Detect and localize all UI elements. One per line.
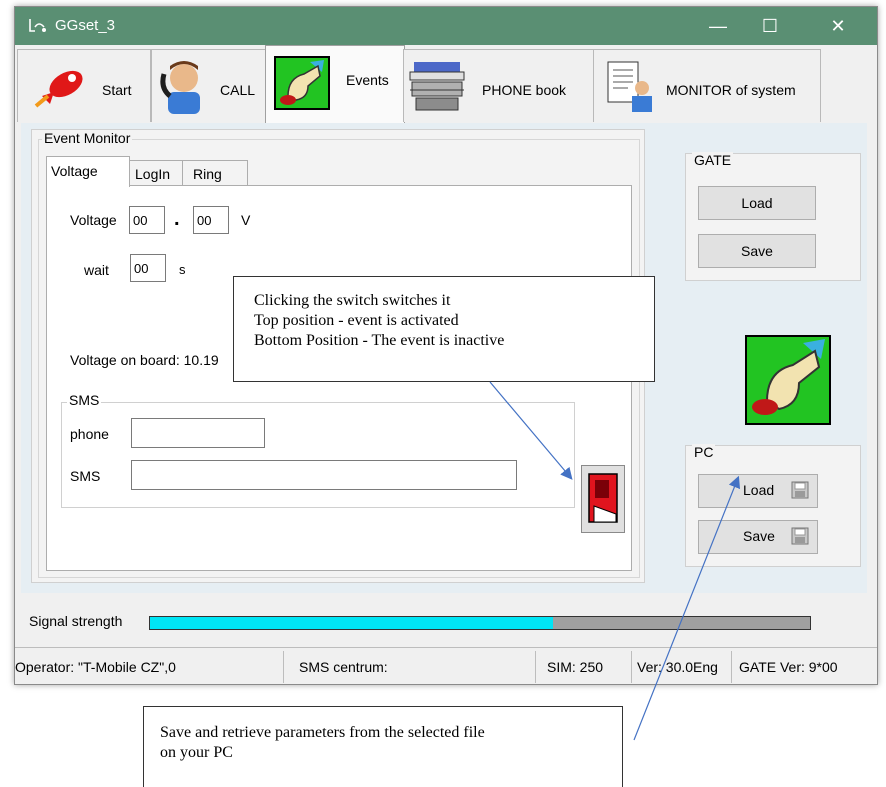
voltage-decimal-dot: .	[174, 208, 180, 230]
window-title: GGset_3	[55, 17, 116, 34]
signal-strength-fill	[150, 617, 553, 629]
wait-label: wait	[84, 262, 109, 278]
status-gate-ver-text: GATE Ver: 9*00	[739, 659, 838, 675]
rocket-icon	[34, 70, 83, 108]
gate-panel: GATE Load Save	[685, 152, 861, 281]
tab-monitor[interactable]: MONITOR of system	[593, 49, 821, 122]
sms-input[interactable]	[131, 460, 517, 490]
pc-title: PC	[692, 444, 716, 460]
minimize-button[interactable]: —	[695, 7, 741, 45]
pc-callout-line: on your PC	[160, 744, 233, 761]
status-ver-text: Ver: 30.0Eng	[637, 659, 718, 675]
tab-phone-book[interactable]: PHONE book	[403, 49, 595, 122]
status-gate-ver: GATE Ver: 9*00	[731, 651, 877, 683]
subtab-login-label: LogIn	[135, 166, 171, 182]
voltage-on-board: Voltage on board: 10.19	[70, 352, 219, 368]
maximize-button[interactable]: ☐	[747, 7, 793, 45]
status-operator-text: Operator: "T-Mobile CZ",0	[15, 659, 176, 675]
status-sim-text: SIM: 250	[547, 659, 604, 675]
status-sim: SIM: 250	[535, 651, 632, 683]
status-divider	[15, 647, 877, 648]
pc-panel: PC Load Save	[685, 444, 861, 567]
voltage-dec-input[interactable]	[193, 206, 229, 234]
subtab-ring[interactable]: Ring	[182, 160, 248, 187]
phone-caller-icon	[160, 61, 200, 114]
pc-callout: Save and retrieve parameters from the se…	[143, 706, 623, 787]
status-operator: Operator: "T-Mobile CZ",0	[15, 651, 284, 683]
status-sms-centrum-text: SMS centrum:	[299, 659, 388, 675]
tab-events[interactable]: Events	[265, 45, 405, 124]
switch-callout-line: Bottom Position - The event is inactive	[254, 332, 505, 349]
wait-unit: s	[179, 262, 186, 277]
tab-call[interactable]: CALL	[151, 49, 267, 122]
switch-callout-line: Top position - event is activated	[254, 312, 459, 329]
tab-start[interactable]: Start	[17, 49, 151, 122]
event-monitor-title: Event Monitor	[42, 130, 133, 146]
pc-load-button[interactable]: Load	[698, 474, 818, 508]
tab-phone-book-label: PHONE book	[482, 82, 567, 98]
voltage-unit: V	[241, 212, 251, 228]
sms-group-title: SMS	[67, 392, 102, 408]
voltage-int-input[interactable]	[129, 206, 165, 234]
switch-callout: Clicking the switch switches it Top posi…	[233, 276, 655, 382]
signal-strength-label: Signal strength	[29, 613, 123, 629]
tab-start-label: Start	[102, 82, 132, 98]
floppy-icon	[791, 481, 809, 499]
tab-events-label: Events	[346, 72, 389, 88]
pc-load-label: Load	[743, 482, 775, 498]
voltage-label: Voltage	[70, 212, 117, 228]
pc-save-label: Save	[743, 528, 775, 544]
title-bar: GGset_3 — ☐ ✕	[15, 7, 877, 45]
gate-title: GATE	[692, 152, 734, 168]
switch-callout-line: Clicking the switch switches it	[254, 292, 451, 309]
sms-label: SMS	[70, 468, 101, 484]
pc-save-button[interactable]: Save	[698, 520, 818, 554]
floppy-icon	[791, 527, 809, 545]
events-large-icon	[745, 335, 831, 425]
app-icon	[29, 19, 46, 32]
subtab-voltage[interactable]: Voltage	[46, 156, 130, 187]
close-button[interactable]: ✕	[815, 7, 861, 45]
wait-input[interactable]	[130, 254, 166, 282]
monitor-document-icon	[607, 61, 652, 112]
tab-monitor-label: MONITOR of system	[666, 82, 796, 98]
status-sms-centrum: SMS centrum:	[283, 651, 536, 683]
hand-switch-icon	[274, 56, 330, 110]
status-ver: Ver: 30.0Eng	[631, 651, 732, 683]
subtab-login[interactable]: LogIn	[129, 160, 183, 187]
tab-call-label: CALL	[220, 82, 256, 98]
subtab-voltage-label: Voltage	[51, 163, 98, 179]
phone-book-icon	[409, 62, 465, 111]
pc-callout-line: Save and retrieve parameters from the se…	[160, 724, 485, 741]
subtab-ring-label: Ring	[193, 166, 222, 182]
phone-input[interactable]	[131, 418, 265, 448]
phone-label: phone	[70, 426, 109, 442]
gate-load-button[interactable]: Load	[698, 186, 816, 220]
gate-save-button[interactable]: Save	[698, 234, 816, 268]
main-tab-bar: Start CALL Events PHONE book MONITOR of …	[15, 45, 877, 124]
event-switch[interactable]	[581, 465, 625, 533]
signal-strength-bar	[149, 616, 811, 630]
red-switch-icon	[588, 473, 618, 523]
